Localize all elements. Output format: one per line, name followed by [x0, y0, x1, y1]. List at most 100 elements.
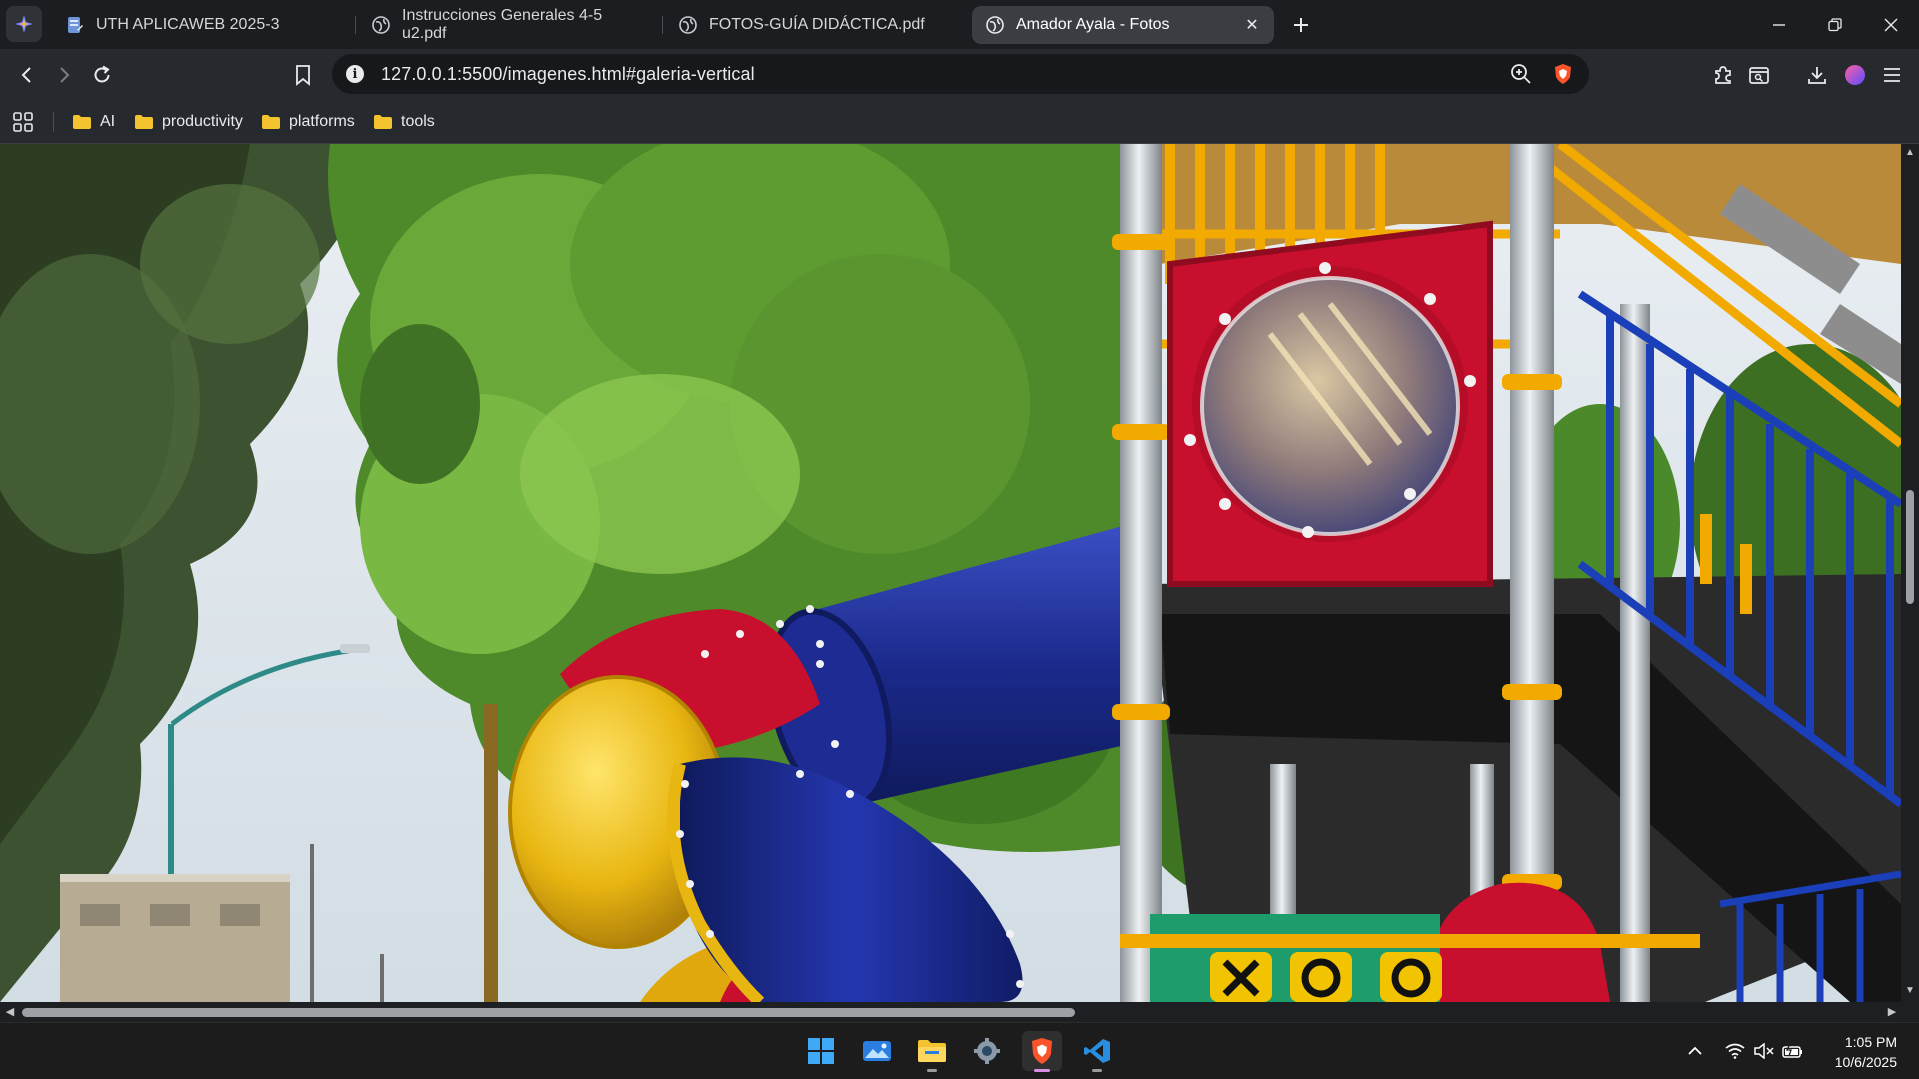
bookmark-folder-productivity[interactable]: productivity	[134, 110, 243, 134]
bookmark-page-button[interactable]	[285, 57, 321, 93]
main-menu-button[interactable]	[1874, 57, 1910, 93]
bookmark-folder-ai[interactable]: AI	[72, 110, 115, 134]
battery-status[interactable]	[1780, 1037, 1806, 1065]
zoom-icon[interactable]	[1509, 62, 1533, 86]
horizontal-scroll-thumb[interactable]	[22, 1008, 1075, 1017]
tab-label: FOTOS-GUÍA DIDÁCTICA.pdf	[709, 16, 925, 33]
volume-status[interactable]	[1751, 1037, 1777, 1065]
reload-button[interactable]	[84, 57, 120, 93]
avatar-icon	[1845, 65, 1865, 85]
folder-icon	[374, 115, 392, 129]
start-icon	[808, 1038, 834, 1064]
file-explorer-icon	[918, 1040, 946, 1062]
navigation-toolbar: i 127.0.0.1:5500/imagenes.html#galeria-v…	[0, 49, 1919, 100]
plus-icon	[1294, 18, 1308, 32]
tab-strip: UTH APLICAWEB 2025-3 Instrucciones Gener…	[0, 0, 1919, 49]
bookmarks-separator	[53, 112, 54, 132]
settings-icon	[974, 1038, 1000, 1064]
globe-icon	[372, 16, 390, 34]
wifi-status[interactable]	[1722, 1037, 1748, 1065]
arrow-right-icon	[60, 67, 70, 83]
tab-amador-ayala-fotos[interactable]: Amador Ayala - Fotos ✕	[972, 6, 1274, 44]
tab-fotos-guia[interactable]: FOTOS-GUÍA DIDÁCTICA.pdf	[665, 6, 965, 44]
brave-browser-button[interactable]	[1022, 1031, 1062, 1072]
arrow-left-icon	[21, 67, 31, 83]
tab-label: Amador Ayala - Fotos	[1016, 16, 1170, 33]
tab-separator	[355, 16, 356, 34]
folder-icon	[262, 115, 280, 129]
profile-button[interactable]	[1837, 57, 1873, 93]
tab-label: Instrucciones Generales 4-5 u2.pdf	[402, 7, 603, 42]
bookmark-label: tools	[401, 113, 435, 130]
brave-shields-icon[interactable]	[1551, 62, 1575, 86]
system-clock[interactable]: 1:05 PM 10/6/2025	[1835, 1032, 1897, 1072]
bookmark-label: AI	[100, 113, 116, 130]
bookmark-label: platforms	[289, 113, 355, 130]
page-content	[0, 144, 1901, 1002]
back-button[interactable]	[9, 57, 45, 93]
tab-separator	[662, 16, 663, 34]
bookmark-folder-tools[interactable]: tools	[373, 110, 435, 134]
extensions-button[interactable]	[1705, 57, 1741, 93]
minimize-button[interactable]	[1751, 0, 1807, 49]
scroll-up-arrow-icon[interactable]: ▲	[1905, 148, 1915, 158]
bookmark-icon	[296, 65, 310, 86]
photos-app-button[interactable]	[857, 1031, 897, 1071]
reader-mode-button[interactable]	[1741, 57, 1777, 93]
reader-icon	[1749, 67, 1769, 84]
running-indicator	[1092, 1069, 1102, 1072]
new-tab-button[interactable]	[1286, 10, 1316, 40]
battery-icon	[1782, 1043, 1802, 1058]
bookmark-folder-platforms[interactable]: platforms	[261, 110, 355, 134]
playground-photo	[0, 144, 1901, 1002]
vertical-scrollbar[interactable]: ▲ ▼	[1901, 144, 1919, 1002]
scroll-right-arrow-icon[interactable]: ▶	[1886, 1006, 1898, 1018]
apps-grid-icon	[13, 112, 33, 132]
bookmark-label: productivity	[162, 113, 243, 130]
address-bar[interactable]: i 127.0.0.1:5500/imagenes.html#galeria-v…	[332, 54, 1589, 94]
scroll-left-arrow-icon[interactable]: ◀	[4, 1006, 16, 1018]
vscode-icon	[1084, 1039, 1110, 1063]
site-info-icon[interactable]: i	[346, 65, 364, 83]
brave-icon	[1032, 1038, 1052, 1064]
running-indicator	[927, 1069, 937, 1072]
document-icon	[66, 16, 84, 34]
settings-button[interactable]	[967, 1031, 1007, 1071]
clock-time: 1:05 PM	[1844, 1034, 1897, 1050]
photos-icon	[863, 1041, 891, 1061]
folder-icon	[135, 115, 153, 129]
vertical-scroll-thumb[interactable]	[1906, 490, 1914, 604]
close-icon	[1884, 18, 1898, 31]
folder-icon	[73, 115, 91, 129]
tab-label: UTH APLICAWEB 2025-3	[96, 16, 280, 33]
vscode-button[interactable]	[1077, 1031, 1117, 1072]
restore-button[interactable]	[1807, 0, 1863, 49]
apps-button[interactable]	[12, 110, 34, 134]
show-hidden-icons-button[interactable]	[1682, 1037, 1708, 1065]
tab-uth-aplicaweb[interactable]: UTH APLICAWEB 2025-3	[52, 6, 352, 44]
clock-date: 10/6/2025	[1834, 1054, 1897, 1070]
bookmarks-bar: AI productivity platforms tools	[0, 100, 1919, 144]
puzzle-icon	[1715, 66, 1731, 84]
forward-button[interactable]	[46, 57, 82, 93]
hamburger-menu-icon	[1884, 68, 1900, 82]
running-indicator	[1034, 1069, 1050, 1072]
tab-instrucciones[interactable]: Instrucciones Generales 4-5 u2.pdf	[358, 6, 658, 44]
chevron-up-icon	[1688, 1046, 1702, 1055]
minimize-icon	[1773, 23, 1785, 26]
browser-menu-button[interactable]	[6, 6, 42, 42]
sparkle-icon	[15, 15, 33, 33]
globe-icon	[679, 16, 697, 34]
start-button[interactable]	[801, 1031, 841, 1071]
downloads-button[interactable]	[1799, 57, 1835, 93]
horizontal-scrollbar[interactable]: ◀ ▶	[0, 1002, 1919, 1022]
close-tab-icon[interactable]: ✕	[1242, 15, 1262, 35]
scroll-down-arrow-icon[interactable]: ▼	[1905, 986, 1915, 996]
reload-icon	[94, 65, 110, 83]
close-window-button[interactable]	[1863, 0, 1919, 49]
speaker-muted-icon	[1754, 1043, 1774, 1059]
globe-icon	[986, 16, 1004, 34]
url-text[interactable]: 127.0.0.1:5500/imagenes.html#galeria-ver…	[381, 64, 755, 85]
file-explorer-button[interactable]	[912, 1031, 952, 1072]
wifi-icon	[1725, 1043, 1745, 1059]
